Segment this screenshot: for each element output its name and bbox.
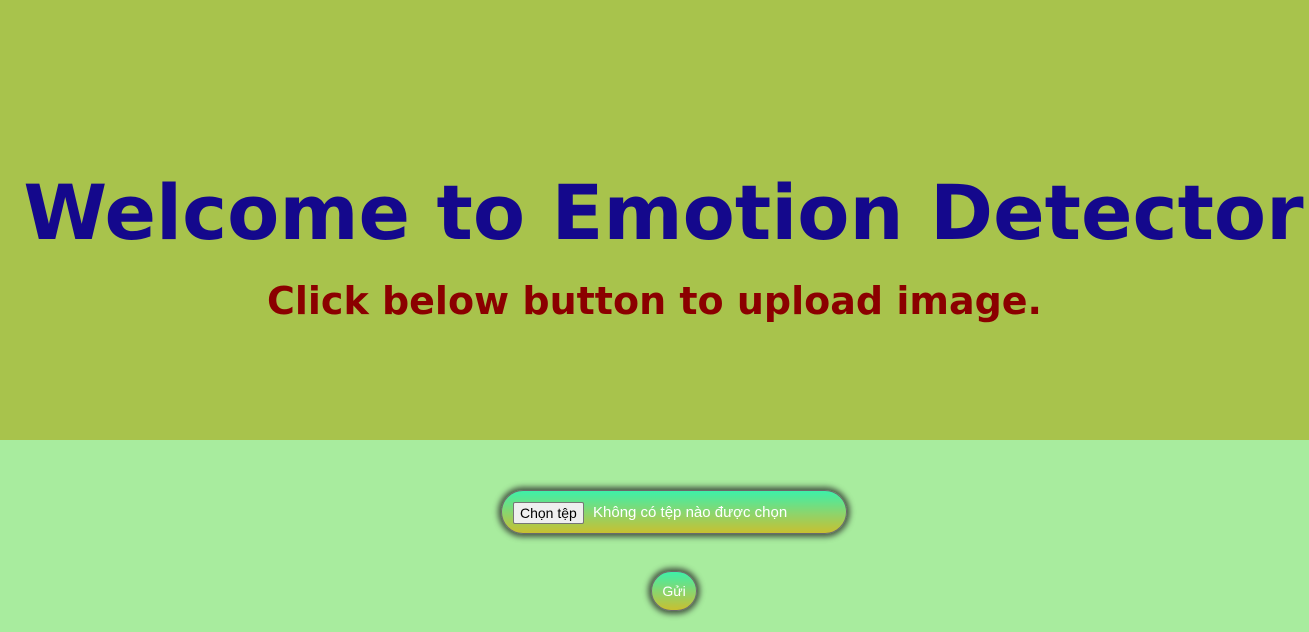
page-title: Welcome to Emotion Detector [23, 168, 1304, 257]
file-input[interactable]: Chọn tệp Không có tệp nào được chọn [501, 490, 847, 534]
upload-section: Chọn tệp Không có tệp nào được chọn Gửi [0, 440, 1309, 632]
file-status-text: Không có tệp nào được chọn [593, 504, 788, 521]
hero-section: Welcome to Emotion Detector Click below … [0, 0, 1309, 440]
page-subtitle: Click below button to upload image. [266, 279, 1042, 323]
choose-file-button[interactable]: Chọn tệp [513, 502, 584, 524]
submit-button[interactable]: Gửi [651, 571, 697, 611]
